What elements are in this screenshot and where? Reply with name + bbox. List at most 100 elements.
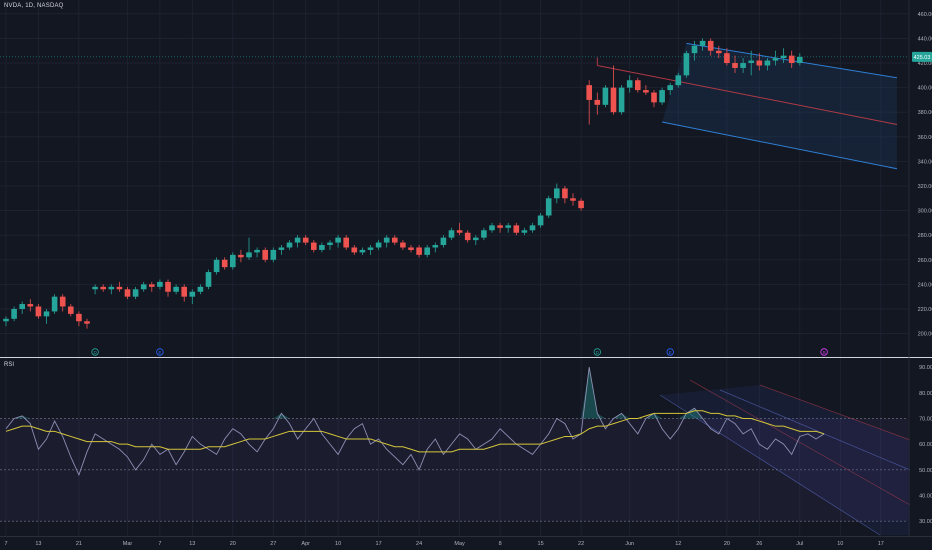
- price-tick-label: 460.00: [918, 12, 932, 18]
- time-tick-label: 7: [4, 541, 7, 547]
- candle-body: [302, 237, 309, 243]
- candle-body: [554, 188, 560, 199]
- candle-body: [481, 230, 487, 238]
- time-tick-label: 27: [270, 541, 276, 547]
- price-tick-label: 400.00: [918, 86, 932, 92]
- price-tick-label: 260.00: [918, 258, 932, 264]
- time-tick-label: 15: [538, 541, 544, 547]
- candle-body: [230, 254, 236, 268]
- event-marker-label: E: [669, 350, 672, 355]
- candle-body: [116, 286, 123, 290]
- candle-body: [675, 75, 682, 86]
- candle-body: [343, 237, 349, 248]
- candle-body: [570, 198, 576, 201]
- candle-body: [529, 225, 536, 231]
- rsi-tick-label: 90.00: [919, 365, 932, 371]
- candle-body: [76, 313, 82, 322]
- price-tick-label: 440.00: [918, 36, 932, 42]
- time-tick-label: 12: [675, 541, 681, 547]
- price-tick-label: 200.00: [918, 332, 932, 338]
- candle-body: [756, 60, 763, 66]
- candle-body: [149, 284, 155, 287]
- candle-body: [221, 259, 228, 268]
- price-tick-label: 240.00: [918, 282, 932, 288]
- candle-body: [497, 225, 503, 228]
- candle-body: [124, 289, 131, 297]
- time-tick-label: 20: [724, 541, 730, 547]
- candle-body: [610, 87, 617, 113]
- candle-body: [740, 63, 746, 68]
- time-tick-label: 8: [499, 541, 502, 547]
- time-tick-label: 10: [837, 541, 843, 547]
- candle-body: [238, 254, 244, 258]
- price-tick-label: 320.00: [918, 184, 932, 190]
- time-tick-label: 13: [189, 541, 195, 547]
- candle-body: [594, 99, 601, 105]
- time-tick-label: 21: [76, 541, 82, 547]
- candle-body: [602, 87, 609, 105]
- candle-body: [51, 296, 58, 312]
- price-tick-label: 420.00: [918, 61, 932, 67]
- time-tick-label: Jul: [796, 541, 803, 547]
- candle-body: [707, 40, 714, 51]
- time-tick-label: 24: [416, 541, 422, 547]
- candle-body: [359, 249, 366, 253]
- candle-body: [327, 242, 333, 246]
- candle-body: [205, 272, 212, 287]
- candle-body: [19, 304, 25, 309]
- rsi-tick-label: 40.00: [919, 493, 932, 499]
- event-marker-label: S: [823, 350, 826, 355]
- time-tick-label: 26: [756, 541, 762, 547]
- time-tick-label: 20: [230, 541, 236, 547]
- symbol-title: NVDA, 1D, NASDAQ: [4, 3, 64, 9]
- candle-body: [400, 242, 406, 248]
- candle-body: [643, 90, 649, 93]
- candle-body: [383, 237, 390, 243]
- candle-body: [213, 259, 220, 273]
- candle-body: [456, 230, 463, 233]
- candle-body: [667, 85, 673, 91]
- candle-body: [505, 225, 511, 228]
- last-price-badge-text: 425.03: [914, 55, 931, 61]
- candle-body: [772, 58, 779, 61]
- candle-body: [157, 281, 163, 287]
- chart-canvas[interactable]: 200.00 220.00 240.00 260.00 280.00 300.00 320.…: [0, 0, 932, 550]
- candle-body: [278, 247, 285, 250]
- candle-body: [140, 284, 147, 290]
- last-price-badge: 425.03: [912, 51, 932, 62]
- candle-body: [659, 90, 665, 103]
- rsi-tick-label: 50.00: [919, 468, 932, 474]
- candle-body: [68, 306, 74, 314]
- candle-body: [724, 53, 730, 64]
- candle-body: [562, 188, 568, 199]
- candle-body: [683, 53, 690, 76]
- time-tick-label: 22: [578, 541, 584, 547]
- candle-body: [100, 286, 106, 290]
- candle-body: [35, 306, 42, 317]
- candle-body: [416, 247, 422, 255]
- candle-body: [11, 308, 17, 319]
- time-tick-label: 10: [335, 541, 341, 547]
- candle-body: [392, 237, 398, 243]
- candle-body: [635, 80, 641, 91]
- candle-body: [246, 252, 252, 258]
- rsi-tick-label: 30.00: [919, 519, 932, 525]
- candle-body: [43, 311, 50, 317]
- time-tick-label: Apr: [301, 541, 310, 547]
- candle-body: [797, 56, 803, 64]
- time-tick-label: 13: [35, 541, 41, 547]
- candle-body: [578, 200, 584, 209]
- candle-body: [780, 55, 787, 59]
- candle-body: [691, 45, 698, 54]
- candle-body: [513, 225, 520, 233]
- price-tick-label: 340.00: [918, 159, 932, 165]
- candle-body: [448, 230, 455, 238]
- time-tick-label: 7: [158, 541, 161, 547]
- time-tick-label: Jun: [625, 541, 634, 547]
- candle-body: [294, 237, 301, 243]
- price-tick-label: 220.00: [918, 307, 932, 313]
- time-tick-label: Mar: [123, 541, 133, 547]
- candle-body: [464, 232, 471, 241]
- candle-body: [3, 318, 9, 322]
- time-tick-label: 17: [878, 541, 884, 547]
